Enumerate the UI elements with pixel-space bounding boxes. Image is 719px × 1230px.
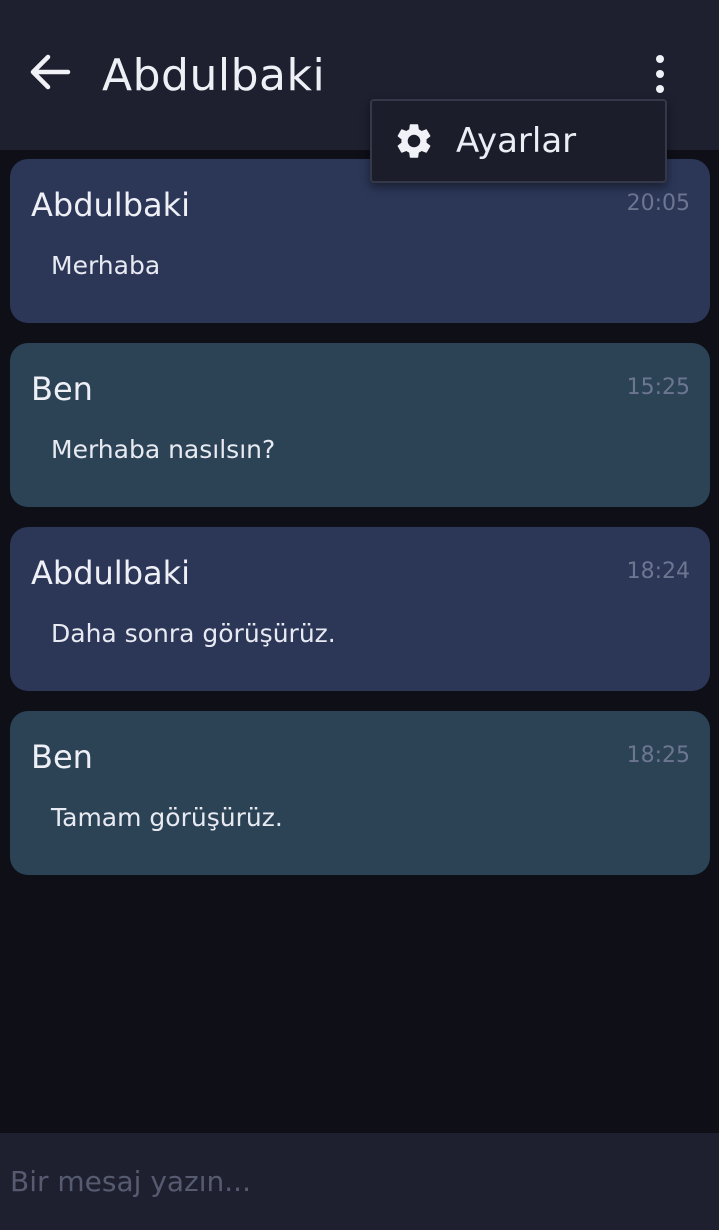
message-sender: Abdulbaki [31,554,191,592]
message-bubble: Abdulbaki 20:05 Merhaba [10,159,710,323]
message-sender: Ben [31,738,93,776]
chat-screen: Abdulbaki Abdulbaki 20:05 Merhaba Ben 15… [0,0,719,1230]
more-vertical-icon-dot [656,70,664,78]
overflow-menu-button[interactable] [640,48,680,100]
menu-item-settings[interactable]: Ayarlar [372,101,665,181]
menu-item-settings-label: Ayarlar [456,121,577,161]
message-bubble: Ben 15:25 Merhaba nasılsın? [10,343,710,507]
message-sender: Ben [31,370,93,408]
message-input[interactable] [0,1133,719,1230]
message-text: Daha sonra görüşürüz. [51,619,336,648]
message-time: 15:25 [626,375,690,400]
message-sender: Abdulbaki [31,186,191,224]
chat-title: Abdulbaki [102,50,326,101]
more-vertical-icon [656,55,664,63]
message-time: 18:24 [626,559,690,584]
back-button[interactable] [24,50,76,98]
overflow-menu-dropdown: Ayarlar [370,99,667,183]
message-text: Merhaba nasılsın? [51,435,276,464]
message-text: Merhaba [51,251,161,280]
message-time: 18:25 [626,743,690,768]
message-bubble: Abdulbaki 18:24 Daha sonra görüşürüz. [10,527,710,691]
gear-icon [392,119,436,163]
message-bubble: Ben 18:25 Tamam görüşürüz. [10,711,710,875]
arrow-left-icon [28,52,72,96]
message-time: 20:05 [626,191,690,216]
message-composer [0,1133,719,1230]
message-list[interactable]: Abdulbaki 20:05 Merhaba Ben 15:25 Merhab… [10,159,710,895]
more-vertical-icon-dot [656,85,664,93]
message-text: Tamam görüşürüz. [51,803,283,832]
